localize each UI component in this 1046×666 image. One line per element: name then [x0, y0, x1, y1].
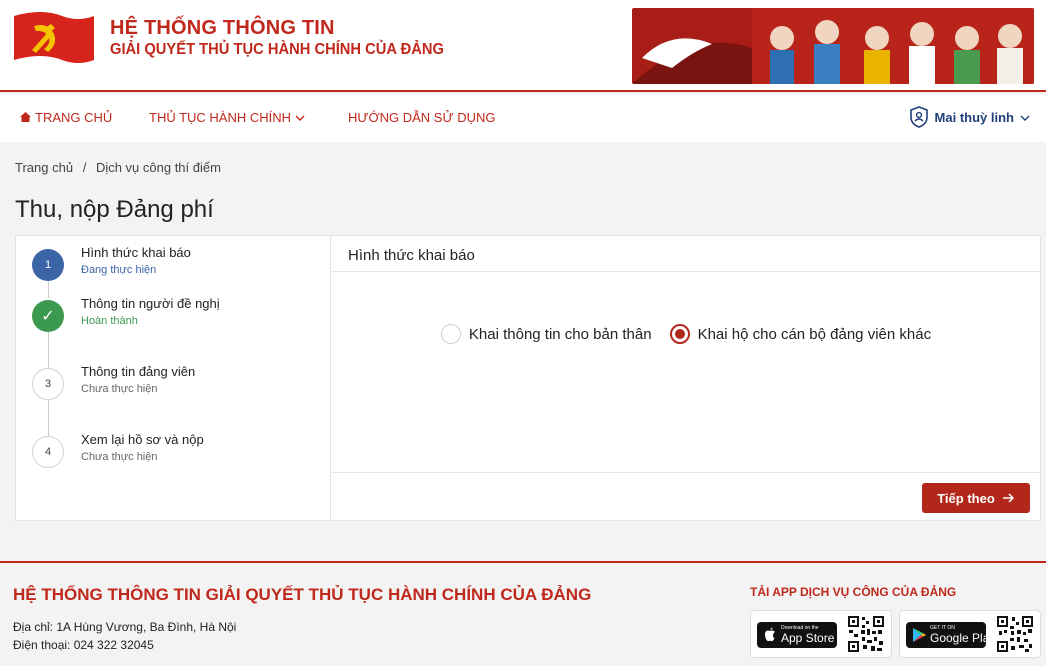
step-title: Hình thức khai báo [81, 245, 191, 260]
footer-address: Địa chỉ: 1A Hùng Vương, Ba Đình, Hà Nội [13, 620, 237, 634]
nav-home-label: TRANG CHỦ [35, 110, 113, 125]
arrow-right-icon [1002, 491, 1015, 506]
nav-guide-label: HƯỚNG DẪN SỬ DỤNG [348, 110, 496, 125]
radio-other[interactable]: Khai hộ cho cán bộ đảng viên khác [669, 324, 932, 344]
site-footer: HỆ THỐNG THÔNG TIN GIẢI QUYẾT THỦ TỤC HÀ… [0, 561, 1046, 666]
main-navbar: TRANG CHỦ THỦ TỤC HÀNH CHÍNH HƯỚNG DẪN S… [0, 94, 1046, 142]
form-card: 1 Hình thức khai báo Đang thực hiện ✓ Th… [15, 235, 1041, 521]
nav-guide[interactable]: HƯỚNG DẪN SỬ DỤNG [348, 110, 495, 125]
breadcrumb-separator: / [82, 160, 87, 175]
next-button[interactable]: Tiếp theo [922, 483, 1030, 513]
google-play-icon [913, 628, 926, 642]
appstore-badge[interactable]: Download on the App Store [757, 622, 837, 648]
apple-icon [765, 627, 775, 642]
chevron-down-icon [1020, 110, 1030, 125]
appstore-big-text: App Store [781, 631, 835, 645]
site-header: HỆ THỐNG THÔNG TIN GIẢI QUYẾT THỦ TỤC HÀ… [0, 0, 1046, 92]
check-icon: ✓ [32, 300, 64, 332]
radio-self[interactable]: Khai thông tin cho bản thân [440, 324, 652, 344]
step-status: Chưa thực hiện [81, 451, 158, 463]
brand-title-line1: HỆ THỐNG THÔNG TIN [110, 17, 335, 39]
breadcrumb-current: Dịch vụ công thí điểm [95, 160, 221, 175]
form-panel: Hình thức khai báo Khai thông tin cho bả… [332, 236, 1040, 520]
step-title: Thông tin đảng viên [81, 364, 196, 379]
user-name: Mai thuỳ linh [934, 109, 1014, 125]
user-shield-icon [909, 106, 928, 128]
header-banner-illustration [632, 8, 1034, 84]
next-button-label: Tiếp theo [937, 490, 995, 506]
footer-title: HỆ THỐNG THÔNG TIN GIẢI QUYẾT THỦ TỤC HÀ… [13, 585, 592, 604]
step-connector [48, 280, 49, 298]
step-status: Chưa thực hiện [81, 383, 158, 395]
appstore-download[interactable]: Download on the App Store [750, 610, 892, 658]
step-connector [48, 332, 49, 368]
breadcrumb: Trang chủ / Dịch vụ công thí điểm [15, 160, 227, 175]
googleplay-big-text: Google Play [930, 631, 996, 645]
step-number: 4 [32, 436, 64, 468]
panel-heading: Hình thức khai báo [332, 236, 1040, 272]
page-title: Thu, nộp Đảng phí [15, 196, 214, 223]
step-number: 3 [32, 368, 64, 400]
breadcrumb-home[interactable]: Trang chủ [15, 160, 73, 175]
step-status: Đang thực hiện [81, 264, 157, 276]
qr-code-icon [996, 615, 1034, 653]
step-title: Thông tin người đề nghị [81, 296, 220, 311]
step-title: Xem lại hồ sơ và nộp [81, 432, 204, 447]
googleplay-badge[interactable]: GET IT ON Google Play [906, 622, 995, 648]
brand-title-line2: GIẢI QUYẾT THỦ TỤC HÀNH CHÍNH CỦA ĐẢNG [110, 41, 444, 58]
radio-other-label: Khai hộ cho cán bộ đảng viên khác [697, 325, 932, 343]
footer-phone: Điện thoại: 024 322 32045 [13, 638, 154, 652]
nav-procedures-label: THỦ TỤC HÀNH CHÍNH [149, 110, 292, 125]
site-brand[interactable]: HỆ THỐNG THÔNG TIN GIẢI QUYẾT THỦ TỤC HÀ… [110, 16, 473, 60]
radio-other-circle[interactable] [669, 324, 690, 344]
chevron-down-icon [295, 110, 305, 125]
panel-footer: Tiếp theo [332, 472, 1040, 520]
party-flag-logo[interactable] [12, 10, 96, 66]
footer-app-title: TẢI APP DỊCH VỤ CÔNG CỦA ĐẢNG [750, 585, 957, 599]
googleplay-download[interactable]: GET IT ON Google Play [899, 610, 1041, 658]
step-number: 1 [32, 249, 64, 281]
stepper: 1 Hình thức khai báo Đang thực hiện ✓ Th… [16, 236, 331, 520]
radio-self-circle[interactable] [440, 324, 461, 344]
user-menu[interactable]: Mai thuỳ linh [909, 106, 1030, 128]
home-icon [20, 110, 31, 125]
nav-procedures[interactable]: THỦ TỤC HÀNH CHÍNH [149, 110, 305, 125]
step-connector [48, 400, 49, 436]
step-status: Hoàn thành [81, 315, 138, 327]
qr-code-icon [847, 615, 885, 653]
declaration-type-group: Khai thông tin cho bản thân Khai hộ cho … [332, 324, 1040, 344]
radio-self-label: Khai thông tin cho bản thân [468, 325, 652, 343]
nav-home[interactable]: TRANG CHỦ [20, 110, 112, 125]
